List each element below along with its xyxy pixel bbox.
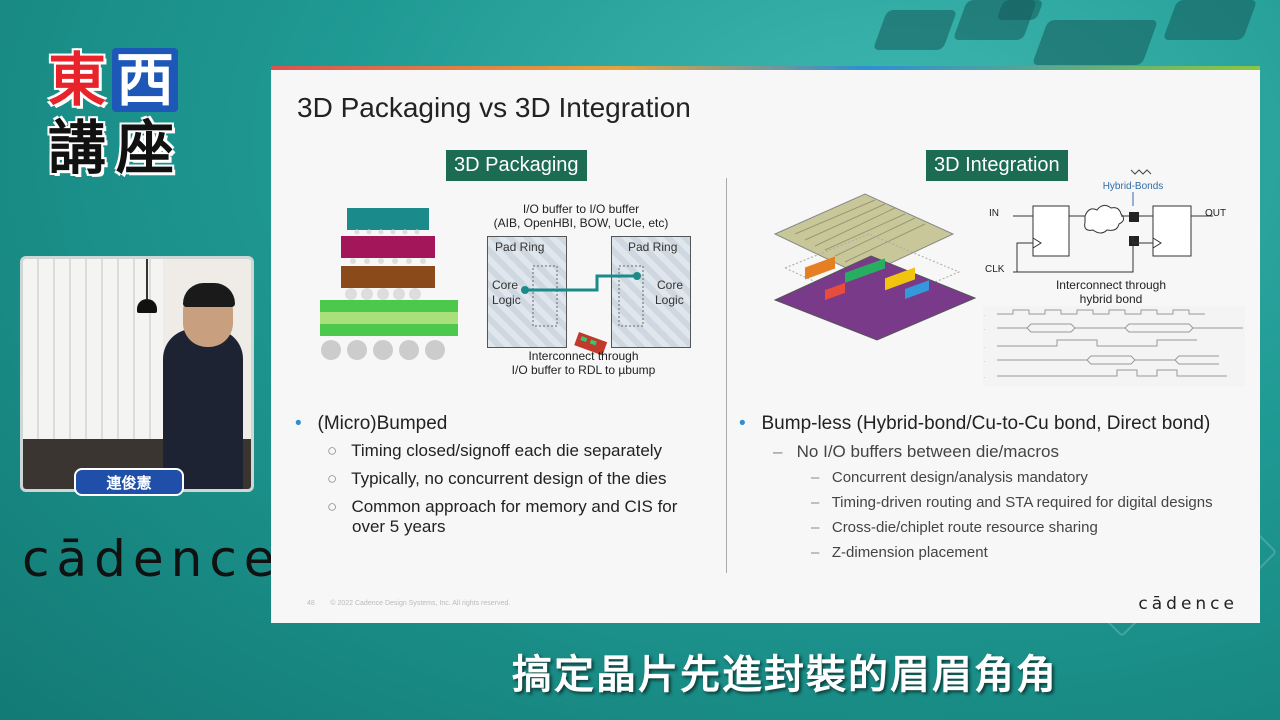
interconnect-label-line1: Interconnect through <box>528 349 639 363</box>
left-section-header: 3D Packaging <box>446 150 587 181</box>
bullet-dash: – <box>811 544 820 561</box>
in-label: IN <box>989 208 999 219</box>
interconnect-label: Interconnect through I/O buffer to RDL t… <box>491 349 676 377</box>
left-sub-bullet-text: Common approach for memory and CIS for <box>351 497 678 516</box>
bullet-circle: ○ <box>327 497 338 516</box>
right-bullet-main: • Bump-less (Hybrid-bond/Cu-to-Cu bond, … <box>739 413 1210 435</box>
logo-char: 講 <box>47 114 106 182</box>
left-sub-bullet-continuation: over 5 years <box>352 517 446 536</box>
io-buffer-label-line2: (AIB, OpenHBI, BOW, UCIe, etc) <box>493 216 669 230</box>
out-label: OUT <box>1205 208 1227 219</box>
left-sub-bullet: ○ Typically, no concurrent design of the… <box>327 469 666 489</box>
bullet-dash: – <box>811 469 820 486</box>
right-subsub-bullet: – Timing-driven routing and STA required… <box>811 494 1213 511</box>
show-logo: 東 西 講 座 <box>44 48 184 184</box>
clk-label: CLK <box>985 264 1005 275</box>
slide-title: 3D Packaging vs 3D Integration <box>297 92 691 123</box>
io-buffer-label-line1: I/O buffer to I/O buffer <box>522 202 640 216</box>
left-sub-bullet: ○ Common approach for memory and CIS for <box>327 497 677 517</box>
slide-page-number: 48 <box>307 600 315 607</box>
lamp-icon <box>137 299 157 313</box>
background-tile <box>872 10 958 50</box>
right-subsub-bullet-text: Cross-die/chiplet route resource sharing <box>831 519 1098 536</box>
speaker-hair <box>183 283 235 307</box>
left-bullet-main: • (Micro)Bumped <box>295 413 447 435</box>
hybrid-bond-circuit <box>1013 169 1213 273</box>
right-subsub-bullet: – Cross-die/chiplet route resource shari… <box>811 519 1098 536</box>
slide-top-bar <box>271 66 1260 70</box>
interconnect-lines <box>521 265 644 356</box>
logo-char: 東 <box>47 46 106 114</box>
hybrid-bond-caption-line2: hybrid bond <box>1079 292 1143 306</box>
slide-footer: 48 © 2022 Cadence Design Systems, Inc. A… <box>307 600 510 607</box>
bullet-dash: – <box>773 442 783 461</box>
window-blinds <box>23 259 163 459</box>
right-subsub-bullet-text: Concurrent design/analysis mandatory <box>831 469 1088 486</box>
stacked-die-diagram <box>773 193 977 341</box>
left-sub-bullet: ○ Timing closed/signoff each die separat… <box>327 441 662 461</box>
slide-cadence-logo: cādence <box>1138 594 1238 614</box>
right-sub-bullet-text: No I/O buffers between die/macros <box>796 442 1060 461</box>
bullet-dash: – <box>811 519 820 536</box>
lamp-cord <box>146 259 148 299</box>
logo-char: 西 <box>112 48 178 112</box>
bullet-dot: • <box>739 413 746 434</box>
bullet-dash: – <box>811 494 820 511</box>
speaker-video <box>20 256 254 492</box>
bullet-dot: • <box>295 413 302 434</box>
background-tile <box>1162 0 1258 40</box>
left-sub-bullet-text: Timing closed/signoff each die separatel… <box>351 441 663 460</box>
background-tile <box>1031 20 1159 65</box>
timing-waveform: ..... <box>983 306 1245 386</box>
slide-copyright: © 2022 Cadence Design Systems, Inc. All … <box>330 600 511 607</box>
left-bullet-main-text: (Micro)Bumped <box>317 413 448 434</box>
bullet-circle: ○ <box>327 469 338 488</box>
hybrid-bond-caption: Interconnect through hybrid bond <box>1041 278 1181 306</box>
interconnect-label-line2: I/O buffer to RDL to µbump <box>511 363 656 377</box>
package-stack-diagram <box>320 208 458 360</box>
hybrid-bond-caption-line1: Interconnect through <box>1055 278 1167 292</box>
presentation-slide: 3D Packaging vs 3D Integration 3D Packag… <box>271 66 1260 623</box>
right-bullet-main-text: Bump-less (Hybrid-bond/Cu-to-Cu bond, Di… <box>761 413 1211 434</box>
io-buffer-label: I/O buffer to I/O buffer (AIB, OpenHBI, … <box>491 202 671 230</box>
right-subsub-bullet-text: Z-dimension placement <box>831 544 988 561</box>
video-subtitle: 搞定晶片先進封裝的眉眉角角 <box>512 652 1058 698</box>
right-subsub-bullet-text: Timing-driven routing and STA required f… <box>831 494 1213 511</box>
right-subsub-bullet: – Z-dimension placement <box>811 544 988 561</box>
left-sub-bullet-text: Typically, no concurrent design of the d… <box>351 469 667 488</box>
right-sub-bullet: – No I/O buffers between die/macros <box>773 442 1059 462</box>
right-subsub-bullet: – Concurrent design/analysis mandatory <box>811 469 1088 486</box>
bullet-circle: ○ <box>327 441 338 460</box>
background-tile <box>996 0 1044 20</box>
column-divider <box>726 178 727 573</box>
cadence-logo: cādence <box>22 530 282 588</box>
logo-char: 座 <box>115 114 174 182</box>
speaker-name-tag: 連俊憲 <box>74 468 184 496</box>
